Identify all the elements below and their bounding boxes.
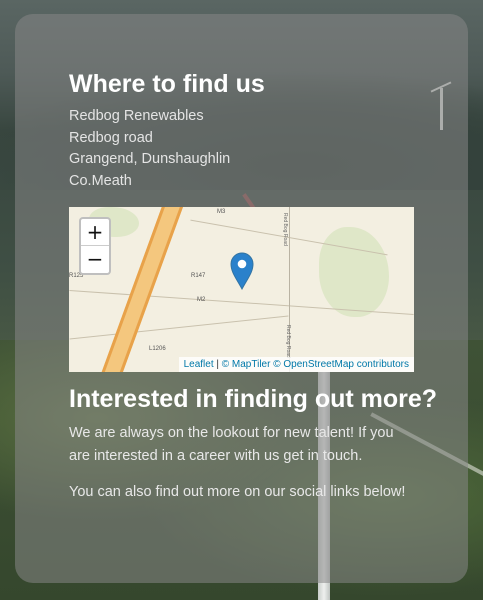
maptiler-link[interactable]: © MapTiler [222, 359, 271, 370]
leaflet-link[interactable]: Leaflet [184, 359, 214, 370]
openstreetmap-link[interactable]: © OpenStreetMap contributors [273, 359, 409, 370]
address: Redbog Renewables Redbog road Grangend, … [69, 106, 230, 192]
map-road-label: L1206 [149, 346, 166, 352]
map-road-label: Red Bog Road [285, 325, 291, 358]
address-line: Grangend, Dunshaughlin [69, 151, 231, 167]
zoom-in-button[interactable]: + [81, 219, 109, 246]
map-attribution: Leaflet | © MapTiler © OpenStreetMap con… [178, 357, 414, 372]
map-road-label: M2 [197, 297, 206, 303]
map-road-label: M3 [217, 209, 226, 215]
careers-heading: Interested in finding out more? [69, 385, 438, 413]
address-line: Redbog road [69, 129, 153, 146]
attribution-separator: | [213, 359, 222, 370]
social-links-paragraph: You can also find out more on our social… [69, 484, 406, 500]
map-road [69, 315, 289, 340]
map-pin-icon[interactable] [230, 252, 254, 290]
map-zoom-control: + − [79, 217, 111, 275]
address-line: Redbog Renewables [69, 108, 204, 124]
map-green-area [319, 227, 389, 317]
location-map[interactable]: M3 R147 R125 L1206 M2 Red Bog Road Red B… [69, 207, 414, 372]
map-road-label: R147 [191, 273, 206, 279]
careers-paragraph: We are always on the lookout for new tal… [69, 425, 394, 464]
map-road-label: Red Bog Road [282, 213, 288, 246]
address-line: Co.Meath [69, 172, 132, 189]
zoom-out-button[interactable]: − [81, 246, 109, 273]
location-heading: Where to find us [69, 70, 265, 98]
